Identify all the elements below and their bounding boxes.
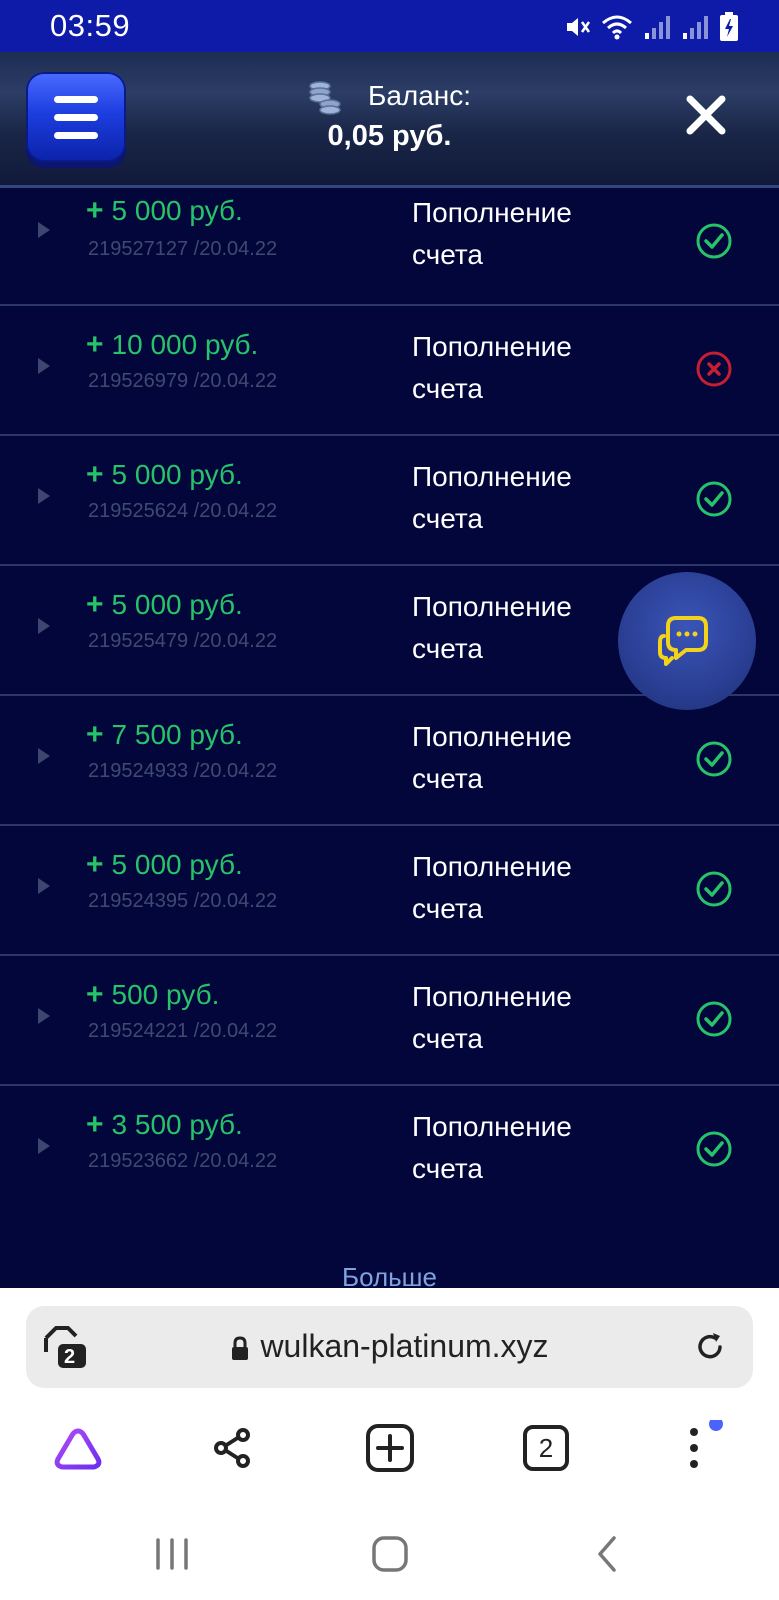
plus-icon: +: [86, 458, 104, 491]
alice-assistant-button[interactable]: [50, 1420, 106, 1476]
back-icon[interactable]: [586, 1532, 630, 1576]
amount-text: 5 000 руб.: [111, 589, 243, 620]
recents-icon[interactable]: [150, 1532, 194, 1576]
transaction-amount: +10 000 руб.: [86, 328, 258, 362]
status-icons: [563, 12, 739, 42]
expand-arrow-icon[interactable]: [38, 488, 50, 504]
expand-arrow-icon[interactable]: [38, 878, 50, 894]
transaction-id: 219525624 /20.04.22: [88, 500, 278, 522]
browser-chrome: 2 wulkan-platinum.xyz 2: [0, 1288, 779, 1600]
transaction-id: 219524395 /20.04.22: [88, 890, 278, 912]
wifi-icon: [602, 15, 632, 40]
signal-icon-2: [683, 16, 708, 39]
plus-square-icon: [366, 1424, 414, 1472]
expand-arrow-icon[interactable]: [38, 222, 50, 238]
transaction-description: Пополнение счета: [412, 331, 572, 404]
transaction-row[interactable]: +5 000 руб. 219524395 /20.04.22 Пополнен…: [0, 826, 779, 956]
transaction-description: Пополнение счета: [412, 591, 572, 664]
transaction-row[interactable]: +3 500 руб. 219523662 /20.04.22 Пополнен…: [0, 1086, 779, 1216]
expand-arrow-icon[interactable]: [38, 1008, 50, 1024]
transaction-id: 219523662 /20.04.22: [88, 1150, 278, 1172]
transaction-row[interactable]: +5 000 руб. 219525624 /20.04.22 Пополнен…: [0, 436, 779, 566]
transaction-id: 219524221 /20.04.22: [88, 1020, 278, 1042]
transaction-id: 219524933 /20.04.22: [88, 760, 278, 782]
transaction-id: 219525479 /20.04.22: [88, 630, 278, 652]
amount-text: 5 000 руб.: [111, 195, 243, 226]
success-check-icon: [696, 481, 732, 517]
amount-text: 10 000 руб.: [111, 329, 259, 360]
balance-display: Баланс: 0,05 руб.: [0, 80, 779, 153]
success-check-icon: [696, 223, 732, 259]
transaction-description: Пополнение счета: [412, 851, 572, 924]
plus-icon: +: [86, 194, 104, 227]
url-display[interactable]: wulkan-platinum.xyz: [26, 1328, 753, 1365]
expand-arrow-icon[interactable]: [38, 618, 50, 634]
alice-icon: [54, 1428, 102, 1470]
tabs-count: 2: [523, 1425, 569, 1471]
transaction-description: Пополнение счета: [412, 1111, 572, 1184]
amount-text: 3 500 руб.: [111, 1109, 243, 1140]
mute-icon: [567, 18, 591, 36]
chat-bubbles-icon: [658, 616, 708, 666]
lock-icon: [232, 1336, 249, 1360]
transaction-id: 219526979 /20.04.22: [88, 370, 278, 392]
success-check-icon: [696, 1131, 732, 1167]
transaction-amount: +500 руб.: [86, 978, 219, 1012]
transaction-id: 219527127 /20.04.22: [88, 238, 278, 260]
tabs-button[interactable]: 2: [518, 1420, 574, 1476]
browser-toolbar: 2: [0, 1404, 779, 1494]
url-text: wulkan-platinum.xyz: [260, 1328, 549, 1364]
balance-value: 0,05 руб.: [327, 120, 452, 152]
amount-text: 5 000 руб.: [111, 459, 243, 490]
plus-icon: +: [86, 588, 104, 621]
expand-arrow-icon[interactable]: [38, 358, 50, 374]
expand-arrow-icon[interactable]: [38, 1138, 50, 1154]
amount-text: 500 руб.: [111, 979, 220, 1010]
transaction-row[interactable]: +500 руб. 219524221 /20.04.22 Пополнение…: [0, 956, 779, 1086]
success-check-icon: [696, 741, 732, 777]
plus-icon: +: [86, 718, 104, 751]
app-header: Баланс: 0,05 руб.: [0, 52, 779, 188]
plus-icon: +: [86, 1108, 104, 1141]
chat-button[interactable]: [618, 572, 756, 710]
transaction-amount: +5 000 руб.: [86, 588, 243, 622]
signal-icon: [645, 16, 670, 39]
share-icon: [214, 1428, 250, 1468]
battery-charging-icon: [720, 12, 738, 41]
transaction-amount: +5 000 руб.: [86, 458, 243, 492]
more-vertical-icon: [690, 1420, 723, 1468]
more-options-button[interactable]: [672, 1420, 728, 1476]
transaction-description: Пополнение счета: [412, 981, 572, 1054]
clock: 03:59: [50, 8, 131, 43]
success-check-icon: [696, 871, 732, 907]
transaction-amount: +5 000 руб.: [86, 848, 243, 882]
failed-x-icon: [696, 351, 732, 387]
expand-arrow-icon[interactable]: [38, 748, 50, 764]
android-nav-bar: [0, 1512, 779, 1600]
transaction-description: Пополнение счета: [412, 197, 572, 270]
share-button[interactable]: [205, 1420, 261, 1476]
transaction-amount: +7 500 руб.: [86, 718, 243, 752]
amount-text: 7 500 руб.: [111, 719, 243, 750]
transaction-row[interactable]: +7 500 руб. 219524933 /20.04.22 Пополнен…: [0, 696, 779, 826]
new-tab-button[interactable]: [362, 1420, 418, 1476]
address-bar[interactable]: 2 wulkan-platinum.xyz: [26, 1306, 753, 1388]
close-icon[interactable]: [683, 92, 729, 138]
transaction-amount: +5 000 руб.: [86, 194, 243, 228]
success-check-icon: [696, 1001, 732, 1037]
plus-icon: +: [86, 328, 104, 361]
status-bar: 03:59: [0, 0, 779, 52]
reload-icon[interactable]: [693, 1330, 727, 1364]
transaction-description: Пополнение счета: [412, 461, 572, 534]
plus-icon: +: [86, 848, 104, 881]
transaction-row[interactable]: +5 000 руб. 219527127 /20.04.22 Пополнен…: [0, 188, 779, 306]
balance-label: Баланс:: [367, 80, 472, 111]
plus-icon: +: [86, 978, 104, 1011]
transaction-description: Пополнение счета: [412, 721, 572, 794]
home-icon[interactable]: [368, 1532, 412, 1576]
transaction-list: +5 000 руб. 219527127 /20.04.22 Пополнен…: [0, 188, 779, 1288]
transaction-amount: +3 500 руб.: [86, 1108, 243, 1142]
transaction-row[interactable]: +10 000 руб. 219526979 /20.04.22 Пополне…: [0, 306, 779, 436]
amount-text: 5 000 руб.: [111, 849, 243, 880]
